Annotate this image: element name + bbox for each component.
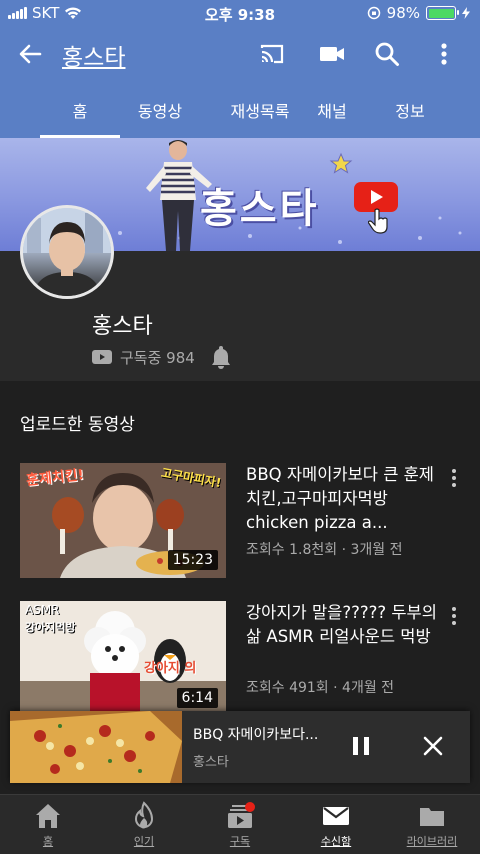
video-duration: 15:23 xyxy=(167,550,218,570)
subscriptions-icon xyxy=(228,802,255,828)
app-bar: 홍스타 xyxy=(0,28,480,80)
cast-icon[interactable] xyxy=(258,40,286,68)
tab-channels[interactable]: 채널 xyxy=(302,98,362,122)
pause-icon[interactable] xyxy=(350,735,372,757)
section-title: 업로드한 동영상 xyxy=(20,415,135,435)
video-duration: 6:14 xyxy=(176,688,218,708)
thumb-caption-right: 강아지 의 xyxy=(144,661,197,676)
folder-icon xyxy=(420,808,444,826)
nav-library-label: 라이브러리 xyxy=(406,835,458,848)
thumb-caption-sub: 강아지먹방 xyxy=(25,621,76,634)
orientation-lock-icon xyxy=(367,6,380,20)
channel-tabs: 홈 동영상 재생목록 채널 정보 xyxy=(0,80,480,138)
subscribed-icon xyxy=(92,350,112,364)
mini-player[interactable]: BBQ 자메이카보다... 홍스타 xyxy=(10,711,470,783)
tab-home[interactable]: 홈 xyxy=(40,98,120,122)
close-icon[interactable] xyxy=(420,733,446,759)
video-title[interactable]: 강아지가 말을????? 두부의 삶 ASMR 리얼사운드 먹방 xyxy=(246,601,442,649)
tab-about[interactable]: 정보 xyxy=(380,98,440,122)
channel-name: 홍스타 xyxy=(92,314,153,339)
hand-cursor-icon xyxy=(368,208,388,234)
video-thumbnail[interactable]: 훈제치킨! 고구마피자! 15:23 xyxy=(20,463,226,578)
video-item[interactable]: ASMR 강아지먹방 강아지 의 6:14 강아지가 말을????? 두부의 삶… xyxy=(20,601,460,721)
nav-inbox-label: 수신함 xyxy=(320,835,352,848)
bell-icon[interactable] xyxy=(207,343,235,371)
status-right: 98% xyxy=(367,4,470,22)
nav-home-label: 홈 xyxy=(42,835,54,848)
search-icon[interactable] xyxy=(373,40,401,68)
flame-icon xyxy=(134,801,154,829)
mini-player-thumbnail[interactable] xyxy=(10,711,182,783)
status-bar: SKT 오후 9:38 98% xyxy=(0,0,480,28)
battery-percent: 98% xyxy=(386,4,420,22)
tab-playlists[interactable]: 재생목록 xyxy=(205,98,315,122)
tab-videos[interactable]: 동영상 xyxy=(120,98,200,122)
nav-library[interactable]: 라이브러리 xyxy=(384,801,480,849)
mini-player-title[interactable]: BBQ 자메이카보다... xyxy=(193,724,333,744)
nav-trending[interactable]: 인기 xyxy=(96,801,192,849)
home-icon xyxy=(36,804,60,828)
subscription-row: 구독중 984 xyxy=(92,343,235,371)
video-menu-icon[interactable] xyxy=(450,469,458,489)
channel-title[interactable]: 홍스타 xyxy=(62,38,125,72)
thumb-caption-top: ASMR xyxy=(25,603,60,617)
bottom-nav: 홈 인기 구독 수신함 라이브러리 xyxy=(0,794,480,854)
more-vert-icon[interactable] xyxy=(430,40,458,68)
video-item[interactable]: 훈제치킨! 고구마피자! 15:23 BBQ 자메이카보다 큰 훈제치킨,고구마… xyxy=(20,463,460,583)
battery-icon xyxy=(426,6,459,20)
nav-inbox[interactable]: 수신함 xyxy=(288,801,384,849)
banner-title: 홍스타 xyxy=(200,186,320,232)
subscriber-count[interactable]: 구독중 984 xyxy=(120,347,195,368)
nav-home[interactable]: 홈 xyxy=(0,801,96,849)
mail-icon xyxy=(323,807,349,825)
video-thumbnail[interactable]: ASMR 강아지먹방 강아지 의 6:14 xyxy=(20,601,226,716)
nav-subscriptions[interactable]: 구독 xyxy=(192,801,288,849)
video-title[interactable]: BBQ 자메이카보다 큰 훈제치킨,고구마피자먹방 chicken pizza … xyxy=(246,463,442,535)
video-camera-icon[interactable] xyxy=(318,40,346,68)
charging-icon xyxy=(462,7,470,19)
back-arrow-icon[interactable] xyxy=(16,40,44,68)
nav-trending-label: 인기 xyxy=(133,835,155,848)
nav-subscriptions-label: 구독 xyxy=(229,835,251,848)
video-meta: 조회수 491회 · 4개월 전 xyxy=(246,680,395,696)
mini-player-channel: 홍스타 xyxy=(193,755,229,770)
channel-avatar[interactable] xyxy=(20,205,114,299)
video-menu-icon[interactable] xyxy=(450,607,458,627)
video-meta: 조회수 1.8천회 · 3개월 전 xyxy=(246,542,403,558)
